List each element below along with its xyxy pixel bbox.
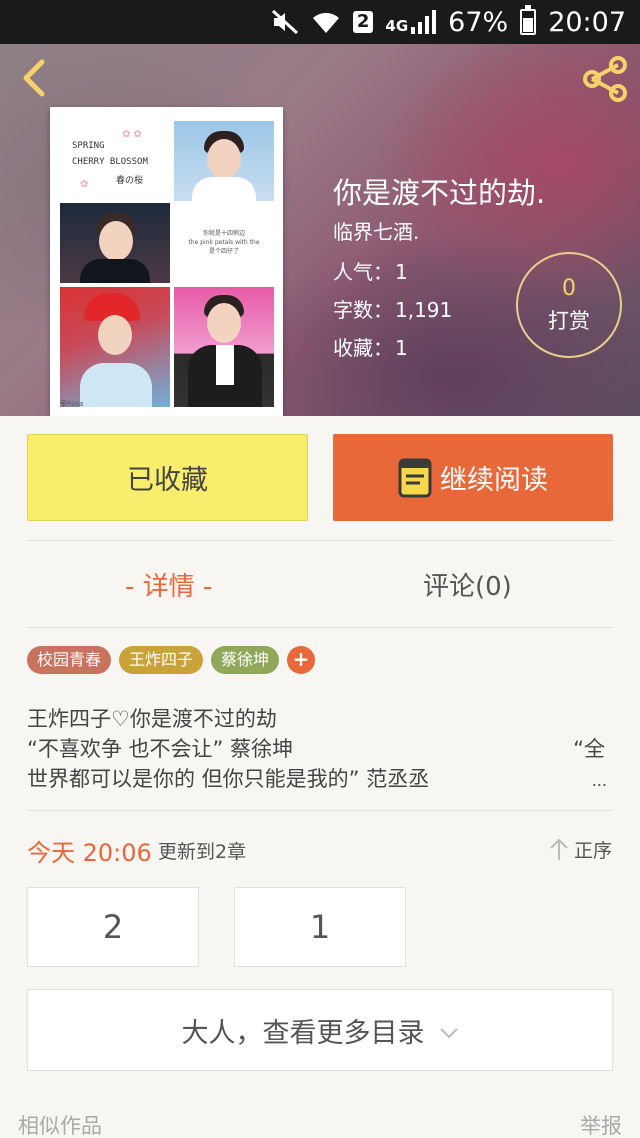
report-link[interactable]: 举报 <box>580 1110 622 1138</box>
chapter-item-1[interactable]: 1 <box>234 887 406 967</box>
book-author[interactable]: 临界七酒. <box>333 216 419 245</box>
tag-list: 校园青春 王炸四子 蔡徐坤 + <box>27 646 316 674</box>
cover-center-text-3: 是个四仔了 <box>208 248 239 255</box>
expand-ellipsis[interactable]: ... <box>592 766 607 796</box>
stat-popularity: 人气： 1 <box>333 256 408 285</box>
sort-order-label: 正序 <box>573 840 612 862</box>
description-line-3-text: 世界都可以是你的 但你只能是我的” 范丞丞 <box>27 767 430 791</box>
stat-words: 字数： 1,191 <box>333 294 452 323</box>
tip-button[interactable]: 0 打赏 <box>516 252 622 358</box>
divider <box>27 810 613 811</box>
cover-text-jp: 春の桜 <box>116 176 144 186</box>
description-line-1: 王炸四子♡你是渡不过的劫 <box>27 707 277 731</box>
cover-center-text-2: the pink petals with the <box>188 239 260 246</box>
stat-favorites-value: 1 <box>395 336 408 360</box>
cover-text-blossom: CHERRY BLOSSOM <box>72 157 148 167</box>
blossom-icon: ✿ <box>80 179 89 190</box>
description-line-2-right: “全 <box>573 737 605 761</box>
stat-favorites: 收藏： 1 <box>333 332 408 361</box>
mute-icon <box>271 9 299 35</box>
back-button[interactable] <box>16 58 56 98</box>
battery-percent: 67% <box>448 6 509 38</box>
cover-text-cell: 你就是十四侧边 the pink petals with the 是个四仔了 <box>174 203 274 283</box>
arrow-up-icon <box>550 838 568 860</box>
book-description[interactable]: 王炸四子♡你是渡不过的劫 “不喜欢争 也不会让” 蔡徐坤 “全 世界都可以是你的… <box>27 704 613 794</box>
divider <box>27 627 613 628</box>
book-icon <box>398 458 432 497</box>
collected-button[interactable]: 已收藏 <box>27 434 308 521</box>
description-line-3: 世界都可以是你的 但你只能是我的” 范丞丞 ... <box>27 764 613 794</box>
tag-campus-youth[interactable]: 校园青春 <box>27 646 112 674</box>
book-title: 你是渡不过的劫. <box>333 176 546 210</box>
update-text: 更新到2章 <box>158 841 247 863</box>
blossom-icon: ✿ ✿ <box>122 129 142 140</box>
tag-cai-xukun[interactable]: 蔡徐坤 <box>211 646 280 674</box>
chevron-left-icon <box>23 59 45 97</box>
book-header: SPRING CHERRY BLOSSOM 春の桜 ✿ ✿ ✿ 你就是十四侧边 … <box>0 44 640 416</box>
cover-title-cell: SPRING CHERRY BLOSSOM 春の桜 ✿ ✿ ✿ <box>60 121 170 199</box>
stat-favorites-label: 收藏： <box>333 336 393 360</box>
book-cover[interactable]: SPRING CHERRY BLOSSOM 春の桜 ✿ ✿ ✿ 你就是十四侧边 … <box>50 107 283 416</box>
stat-words-value: 1,191 <box>395 298 453 322</box>
cover-photo-2 <box>60 203 170 283</box>
stat-words-label: 字数： <box>333 298 393 322</box>
sim-badge: 2 <box>352 11 374 33</box>
tip-count: 0 <box>562 276 576 301</box>
tab-comments[interactable]: 评论(0) <box>423 566 512 603</box>
cover-photo-3 <box>60 287 170 407</box>
sort-order-button[interactable]: 正序 <box>550 836 612 863</box>
more-catalog-button[interactable]: 大人，查看更多目录 <box>27 989 613 1071</box>
battery-icon <box>520 5 537 35</box>
signal-icon: 4G <box>385 9 437 35</box>
cover-photo-4 <box>174 287 274 407</box>
collected-button-label: 已收藏 <box>127 465 208 496</box>
more-catalog-label: 大人，查看更多目录 <box>181 1017 425 1049</box>
wifi-icon <box>311 9 341 35</box>
add-tag-button[interactable]: + <box>287 646 316 674</box>
continue-reading-label: 继续阅读 <box>440 465 548 496</box>
share-icon <box>583 56 627 102</box>
chevron-down-icon <box>439 1028 458 1039</box>
update-time: 今天 20:06 <box>27 839 152 867</box>
cover-text-spring: SPRING <box>72 141 105 151</box>
similar-works-heading: 相似作品 <box>18 1114 102 1138</box>
network-type: 4G <box>385 17 409 35</box>
stat-popularity-value: 1 <box>395 260 408 284</box>
stat-popularity-label: 人气： <box>333 260 393 284</box>
cover-signature: 荣Pi/sa <box>60 400 84 408</box>
tab-detail[interactable]: - 详情 - <box>125 566 212 603</box>
cover-center-text-1: 你就是十四侧边 <box>202 230 245 237</box>
description-line-2-left: “不喜欢争 也不会让” 蔡徐坤 <box>27 737 294 761</box>
tag-wangzha-sizi[interactable]: 王炸四子 <box>119 646 204 674</box>
clock: 20:07 <box>548 6 626 38</box>
status-bar: 2 4G 67% 20:07 <box>0 0 640 44</box>
chapter-item-2[interactable]: 2 <box>27 887 199 967</box>
divider <box>27 540 613 541</box>
cover-photo-1 <box>174 121 274 201</box>
tip-label: 打赏 <box>548 309 590 333</box>
continue-reading-button[interactable]: 继续阅读 <box>333 434 613 521</box>
share-button[interactable] <box>580 56 630 102</box>
description-line-2: “不喜欢争 也不会让” 蔡徐坤 “全 <box>27 734 613 764</box>
